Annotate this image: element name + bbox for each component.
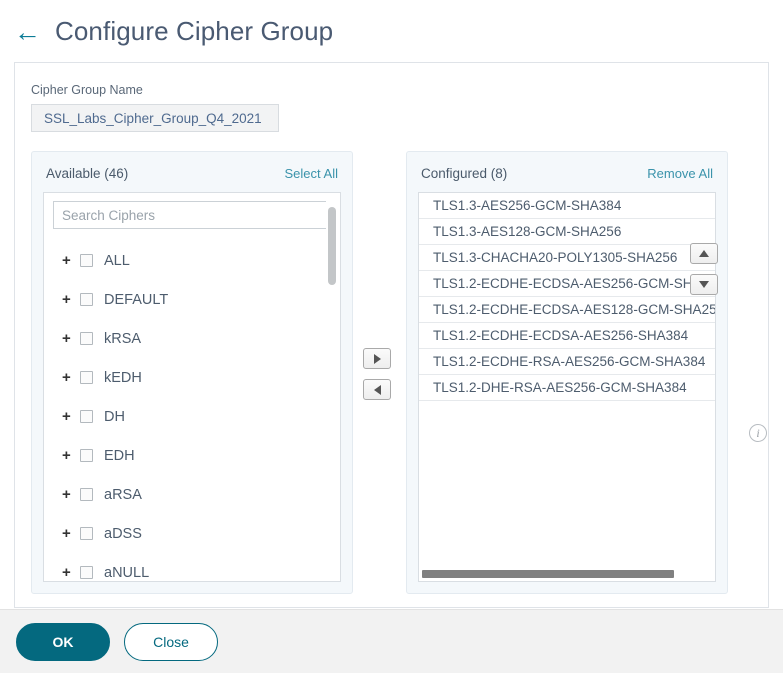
configured-list-item[interactable]: TLS1.3-AES128-GCM-SHA256 bbox=[419, 219, 715, 245]
expand-icon[interactable]: + bbox=[62, 448, 80, 463]
chevron-left-icon bbox=[373, 384, 381, 395]
configured-list-item[interactable]: TLS1.2-ECDHE-ECDSA-AES128-GCM-SHA256 bbox=[419, 297, 715, 323]
tree-item-label: aNULL bbox=[104, 564, 150, 581]
tree-item-label: DH bbox=[104, 408, 125, 425]
remove-cipher-button[interactable] bbox=[363, 379, 391, 400]
tree-item-label: kEDH bbox=[104, 369, 142, 386]
tree-item-checkbox[interactable] bbox=[80, 254, 93, 267]
tree-item-checkbox[interactable] bbox=[80, 527, 93, 540]
reorder-buttons bbox=[690, 243, 726, 305]
ok-button[interactable]: OK bbox=[16, 622, 110, 661]
move-up-button[interactable] bbox=[690, 243, 718, 264]
available-panel: Available (46) Select All + ALL + DEFAULT + k… bbox=[31, 151, 353, 594]
configured-panel-header: Configured (8) Remove All bbox=[407, 152, 727, 192]
available-scrollbar-thumb[interactable] bbox=[328, 207, 336, 285]
configured-list-item[interactable]: TLS1.3-CHACHA20-POLY1305-SHA256 bbox=[419, 245, 715, 271]
cipher-group-name-input[interactable]: SSL_Labs_Cipher_Group_Q4_2021 bbox=[31, 104, 279, 132]
configured-list-item[interactable]: TLS1.2-ECDHE-ECDSA-AES256-GCM-SHA384 bbox=[419, 271, 715, 297]
configured-panel-title: Configured (8) bbox=[421, 165, 508, 181]
expand-icon[interactable]: + bbox=[62, 331, 80, 346]
tree-item[interactable]: + aDSS bbox=[44, 514, 340, 553]
available-list-box: +ALL+DEFAULT+kRSA+kEDH+DH+EDH+aRSA+aDSS+… bbox=[43, 192, 341, 582]
configured-list-item[interactable]: TLS1.2-DHE-RSA-AES256-GCM-SHA384 bbox=[419, 375, 715, 401]
tree-item-label: kRSA bbox=[104, 330, 142, 347]
chevron-up-icon bbox=[699, 250, 709, 257]
tree-item-checkbox[interactable] bbox=[80, 332, 93, 345]
add-cipher-button[interactable] bbox=[363, 348, 391, 369]
tree-item-label: aDSS bbox=[104, 525, 142, 542]
configured-cipher-list: TLS1.3-AES256-GCM-SHA384 TLS1.3-AES128-GC… bbox=[419, 193, 715, 568]
configured-h-scrollbar[interactable] bbox=[420, 568, 714, 580]
dual-list-selector: Available (46) Select All + ALL + DEFAULT + k… bbox=[31, 151, 767, 597]
tree-item[interactable]: + EDH bbox=[44, 436, 340, 475]
expand-icon[interactable]: + bbox=[62, 370, 80, 385]
expand-icon[interactable]: + bbox=[62, 565, 80, 580]
available-scrollbar[interactable] bbox=[326, 194, 339, 580]
select-all-link[interactable]: Select All bbox=[285, 166, 338, 181]
tree-item-checkbox[interactable] bbox=[80, 293, 93, 306]
configured-panel: Configured (8) Remove All TLS1.3-AES256-… bbox=[406, 151, 728, 594]
configured-list-item[interactable]: TLS1.3-AES256-GCM-SHA384 bbox=[419, 193, 715, 219]
configured-list-item[interactable]: TLS1.2-ECDHE-RSA-AES256-GCM-SHA384 bbox=[419, 349, 715, 375]
tree-item-checkbox[interactable] bbox=[80, 410, 93, 423]
tree-item-checkbox[interactable] bbox=[80, 449, 93, 462]
tree-item-checkbox[interactable] bbox=[80, 488, 93, 501]
configured-list-item[interactable]: TLS1.2-ECDHE-ECDSA-AES256-SHA384 bbox=[419, 323, 715, 349]
tree-item-checkbox[interactable] bbox=[80, 371, 93, 384]
close-button[interactable]: Close bbox=[124, 622, 218, 661]
configured-h-scrollbar-thumb[interactable] bbox=[422, 570, 674, 578]
cipher-group-name-label: Cipher Group Name bbox=[31, 83, 143, 97]
transfer-buttons bbox=[363, 348, 399, 410]
info-circle-icon[interactable]: i bbox=[749, 424, 767, 442]
tree-item-label: EDH bbox=[104, 447, 135, 464]
dialog-footer: OK Close bbox=[0, 609, 783, 673]
tree-item[interactable]: + kEDH bbox=[44, 358, 340, 397]
configured-list-box: TLS1.3-AES256-GCM-SHA384 TLS1.3-AES128-GC… bbox=[418, 192, 716, 582]
available-cipher-tree: + ALL + DEFAULT + kRSA + kEDH + DH + EDH + aRSA + aDSS +… bbox=[44, 237, 340, 581]
arrow-left-icon[interactable]: ← bbox=[14, 18, 41, 46]
expand-icon[interactable]: + bbox=[62, 487, 80, 502]
page-title: Configure Cipher Group bbox=[55, 15, 334, 46]
remove-all-link[interactable]: Remove All bbox=[647, 166, 713, 181]
available-panel-title: Available (46) bbox=[46, 165, 129, 181]
search-ciphers-input[interactable] bbox=[53, 201, 331, 229]
tree-item[interactable]: + aRSA bbox=[44, 475, 340, 514]
expand-icon[interactable]: + bbox=[62, 253, 80, 268]
tree-item[interactable]: + kRSA bbox=[44, 319, 340, 358]
configure-cipher-group-card: Cipher Group Name SSL_Labs_Cipher_Group_… bbox=[14, 62, 769, 608]
tree-item-label: DEFAULT bbox=[104, 291, 169, 308]
available-panel-header: Available (46) Select All bbox=[32, 152, 352, 192]
tree-item[interactable]: + DH bbox=[44, 397, 340, 436]
tree-item[interactable]: + ALL bbox=[44, 241, 340, 280]
expand-icon[interactable]: + bbox=[62, 409, 80, 424]
tree-item[interactable]: + DEFAULT bbox=[44, 280, 340, 319]
chevron-right-icon bbox=[373, 353, 381, 364]
chevron-down-icon bbox=[699, 281, 709, 288]
tree-item[interactable]: + aNULL bbox=[44, 553, 340, 581]
expand-icon[interactable]: + bbox=[62, 292, 80, 307]
search-ciphers-wrap bbox=[44, 193, 340, 237]
tree-item-checkbox[interactable] bbox=[80, 566, 93, 579]
move-down-button[interactable] bbox=[690, 274, 718, 295]
tree-item-label: ALL bbox=[104, 252, 130, 269]
page-header: ← Configure Cipher Group bbox=[0, 0, 783, 46]
tree-item-label: aRSA bbox=[104, 486, 142, 503]
expand-icon[interactable]: + bbox=[62, 526, 80, 541]
